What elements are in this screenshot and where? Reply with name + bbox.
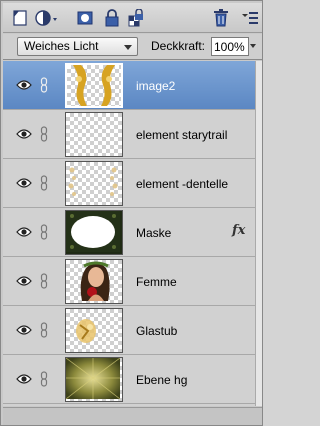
layer-name: image2 (136, 79, 176, 93)
layer-name: Glastub (136, 324, 178, 338)
visibility-eye-icon[interactable] (16, 373, 32, 385)
panel-menu-icon[interactable] (239, 7, 261, 29)
layer-row-element-dentelle[interactable]: element -dentelle (3, 159, 255, 208)
visibility-eye-icon[interactable] (16, 324, 32, 336)
link-chain-icon[interactable] (40, 371, 48, 387)
new-layer-icon[interactable] (9, 7, 31, 29)
adjustment-layer-icon[interactable] (33, 7, 61, 29)
opacity-dropdown-icon[interactable] (250, 44, 256, 48)
layer-thumbnail (65, 161, 123, 206)
link-chain-icon[interactable] (40, 273, 48, 289)
layer-thumbnail (65, 63, 123, 108)
layer-row-element-starytrail[interactable]: element starytrail (3, 110, 255, 159)
layer-name: Ebene hg (136, 373, 188, 387)
layer-mask-icon[interactable] (74, 7, 96, 29)
visibility-eye-icon[interactable] (16, 79, 32, 91)
visibility-eye-icon[interactable] (16, 226, 32, 238)
layer-thumbnail (65, 259, 123, 304)
layer-thumbnail (65, 210, 123, 255)
link-chain-icon[interactable] (40, 175, 48, 191)
layers-panel: Weiches Licht Deckkraft: image2 element … (0, 0, 263, 426)
layer-name: element -dentelle (136, 177, 229, 191)
layer-row-image2[interactable]: image2 (3, 61, 255, 110)
panel-footer (3, 407, 262, 425)
layer-row-femme[interactable]: Femme (3, 257, 255, 306)
blend-mode-select[interactable]: Weiches Licht (17, 37, 138, 56)
layer-name: element starytrail (136, 128, 228, 142)
link-chain-icon[interactable] (40, 126, 48, 142)
lock-icon[interactable] (101, 7, 123, 29)
blend-mode-value: Weiches Licht (24, 39, 99, 53)
visibility-eye-icon[interactable] (16, 177, 32, 189)
link-chain-icon[interactable] (40, 224, 48, 240)
layer-name: Maske (136, 226, 172, 240)
layer-name: Femme (136, 275, 177, 289)
layer-style-fx-icon[interactable]: fx (232, 223, 245, 238)
layers-list: image2 element starytrail element -dente… (3, 61, 255, 406)
layer-options-bar: Weiches Licht Deckkraft: (3, 34, 262, 60)
opacity-label: Deckkraft: (151, 39, 206, 53)
layer-row-maske[interactable]: Maske fx (3, 208, 255, 257)
lock-transparency-icon[interactable] (125, 7, 147, 29)
layer-thumbnail (65, 308, 123, 353)
chevron-down-icon (124, 45, 132, 50)
layers-scrollbar[interactable] (255, 61, 262, 406)
layers-toolbar (3, 3, 262, 33)
layer-row-glastub[interactable]: Glastub (3, 306, 255, 355)
opacity-input[interactable] (211, 37, 249, 56)
layer-thumbnail (65, 357, 123, 402)
visibility-eye-icon[interactable] (16, 128, 32, 140)
link-chain-icon[interactable] (40, 322, 48, 338)
link-chain-icon[interactable] (40, 77, 48, 93)
trash-icon[interactable] (210, 7, 232, 29)
layer-thumbnail (65, 112, 123, 157)
layer-row-ebene-hg[interactable]: Ebene hg (3, 355, 255, 404)
visibility-eye-icon[interactable] (16, 275, 32, 287)
